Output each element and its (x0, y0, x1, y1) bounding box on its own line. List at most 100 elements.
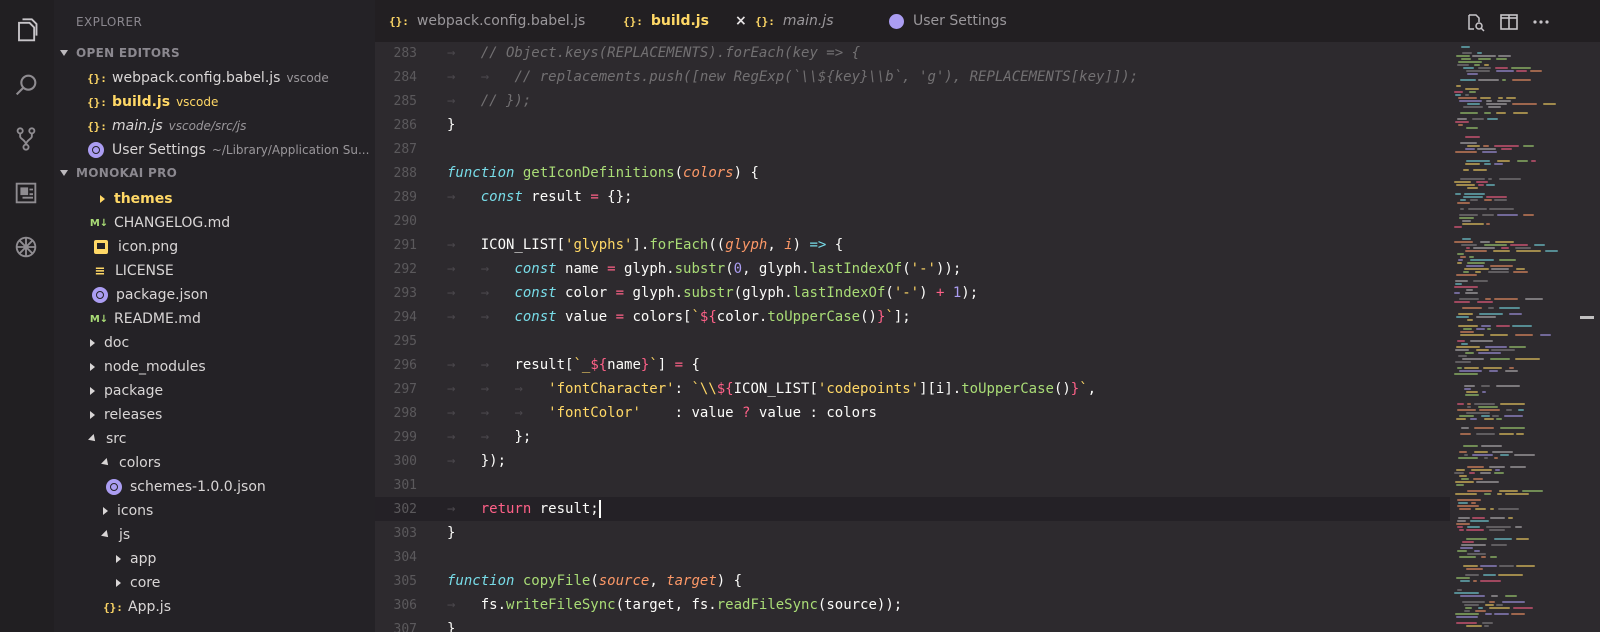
minimap-line (1462, 601, 1485, 603)
tree-item-package-json[interactable]: package.json (92, 283, 208, 307)
code-line[interactable]: 292 → → const name = glyph.substr(0, glyp… (375, 257, 1450, 281)
explorer-icon[interactable] (11, 16, 41, 46)
open-editor-item[interactable]: {}: main.js vscode/src/js (87, 114, 246, 138)
code-line[interactable]: 287 (375, 137, 1450, 161)
minimap-line (1454, 472, 1464, 474)
tree-label: js (119, 527, 131, 543)
minimap-line (1460, 256, 1466, 258)
tree-item-js[interactable]: js (101, 523, 131, 547)
tree-label: package (104, 383, 164, 399)
minimap-line (1456, 55, 1470, 57)
tree-item-changelog[interactable]: M↓ CHANGELOG.md (90, 211, 230, 235)
code-line[interactable]: 302 → return result; (375, 497, 1450, 521)
minimap-line (1491, 544, 1507, 546)
code-line[interactable]: 286} (375, 113, 1450, 137)
minimap-line (1486, 196, 1507, 198)
split-editor-icon[interactable] (1499, 12, 1519, 32)
minimap[interactable] (1450, 42, 1600, 632)
code-line[interactable]: 293 → → const color = glyph.substr(glyph.… (375, 281, 1450, 305)
code-line[interactable]: 285 → // }); (375, 89, 1450, 113)
code-line[interactable]: 305 function copyFile(source, target) { (375, 569, 1450, 593)
tree-item-icon-png[interactable]: icon.png (94, 235, 178, 259)
tree-item-package[interactable]: package (90, 379, 163, 403)
minimap-line (1478, 184, 1484, 186)
tab-user-settings[interactable]: User Settings (889, 0, 1007, 42)
open-editor-item[interactable]: User Settings ~/Library/Application Su..… (88, 138, 369, 162)
minimap-line (1490, 334, 1508, 336)
tab-main-js[interactable]: {}: main.js (755, 0, 834, 42)
minimap-line (1482, 151, 1497, 153)
code-line[interactable]: 289 → const result = {}; (375, 185, 1450, 209)
minimap-line (1509, 313, 1522, 315)
code-line[interactable]: 284 → → // replacements.push([new RegExp(… (375, 65, 1450, 89)
minimap-line (1501, 148, 1512, 150)
code-line[interactable]: 307} (375, 617, 1450, 632)
source-control-icon[interactable] (11, 124, 41, 154)
tree-item-colors[interactable]: colors (101, 451, 161, 475)
code-line[interactable]: 296 → → result[`_${name}`] = { (375, 353, 1450, 377)
minimap-line (1460, 334, 1484, 336)
code-line[interactable]: 299 → → }; (375, 425, 1450, 449)
tree-item-readme[interactable]: M↓ README.md (90, 307, 201, 331)
code-text: → → → 'fontCharacter': `\\${ICON_LIST['c… (447, 381, 1097, 397)
more-actions-icon[interactable] (1531, 12, 1551, 32)
tree-item-core[interactable]: core (116, 571, 160, 595)
code-line[interactable]: 291 → ICON_LIST['glyphs'].forEach((glyph,… (375, 233, 1450, 257)
scrollbar-thumb[interactable] (1580, 316, 1594, 319)
settings-file-icon (88, 142, 104, 158)
tree-item-node-modules[interactable]: node_modules (90, 355, 206, 379)
extensions-icon[interactable] (11, 178, 41, 208)
code-line[interactable]: 301 (375, 473, 1450, 497)
tree-item-app-js[interactable]: {}: App.js (103, 595, 171, 619)
code-line[interactable]: 290 (375, 209, 1450, 233)
minimap-line (1476, 316, 1496, 318)
code-line[interactable]: 298 → → → 'fontColor' : value ? value : c… (375, 401, 1450, 425)
minimap-line (1455, 493, 1477, 495)
code-line[interactable]: 306 → fs.writeFileSync(target, fs.readFil… (375, 593, 1450, 617)
minimap-line (1459, 370, 1482, 372)
minimap-line (1481, 415, 1490, 417)
minimap-line (1456, 523, 1470, 525)
minimap-line (1459, 529, 1464, 531)
tab-webpack-config[interactable]: {}: webpack.config.babel.js (389, 0, 585, 42)
open-changes-icon[interactable] (1465, 12, 1485, 32)
code-line[interactable]: 294 → → const value = colors[`${color.toU… (375, 305, 1450, 329)
minimap-line (1513, 112, 1528, 114)
open-editor-item[interactable]: {}: build.js vscode (87, 90, 218, 114)
code-line[interactable]: 300 → }); (375, 449, 1450, 473)
code-line[interactable]: 283 → // Object.keys(REPLACEMENTS).forEac… (375, 42, 1450, 65)
tree-item-themes[interactable]: themes (100, 187, 173, 211)
search-icon[interactable] (11, 70, 41, 100)
tab-build-js[interactable]: {}: build.js × (623, 0, 747, 42)
code-line[interactable]: 303} (375, 521, 1450, 545)
minimap-line (1484, 112, 1491, 114)
project-section[interactable]: MONOKAI PRO (60, 166, 177, 180)
tree-item-schemes-json[interactable]: schemes-1.0.0.json (106, 475, 266, 499)
close-icon[interactable]: × (735, 13, 747, 29)
tree-item-releases[interactable]: releases (90, 403, 162, 427)
js-file-icon: {}: (103, 600, 123, 614)
code-line[interactable]: 297 → → → 'fontCharacter': `\\${ICON_LIST… (375, 377, 1450, 401)
tree-item-icons[interactable]: icons (103, 499, 153, 523)
minimap-line (1484, 493, 1491, 495)
minimap-line (1511, 67, 1531, 69)
code-line[interactable]: 288 function getIconDefinitions(colors) { (375, 161, 1450, 185)
code-editor[interactable]: 283 → // Object.keys(REPLACEMENTS).forEac… (375, 42, 1450, 632)
tree-item-license[interactable]: ≡ LICENSE (91, 259, 174, 283)
minimap-line (1461, 427, 1469, 429)
minimap-line (1467, 403, 1471, 405)
code-line[interactable]: 304 (375, 545, 1450, 569)
tree-label: src (106, 431, 127, 447)
tree-item-doc[interactable]: doc (90, 331, 129, 355)
minimap-line (1496, 604, 1503, 606)
file-path: vscode (286, 71, 329, 85)
open-editors-section[interactable]: OPEN EDITORS (60, 46, 180, 60)
tree-item-src[interactable]: src (88, 427, 127, 451)
tree-item-app[interactable]: app (116, 547, 156, 571)
open-editor-item[interactable]: {}: webpack.config.babel.js vscode (87, 66, 329, 90)
debug-icon[interactable] (11, 232, 41, 262)
minimap-line (1495, 67, 1508, 69)
minimap-line (1479, 313, 1503, 315)
minimap-line (1464, 268, 1489, 270)
code-line[interactable]: 295 (375, 329, 1450, 353)
